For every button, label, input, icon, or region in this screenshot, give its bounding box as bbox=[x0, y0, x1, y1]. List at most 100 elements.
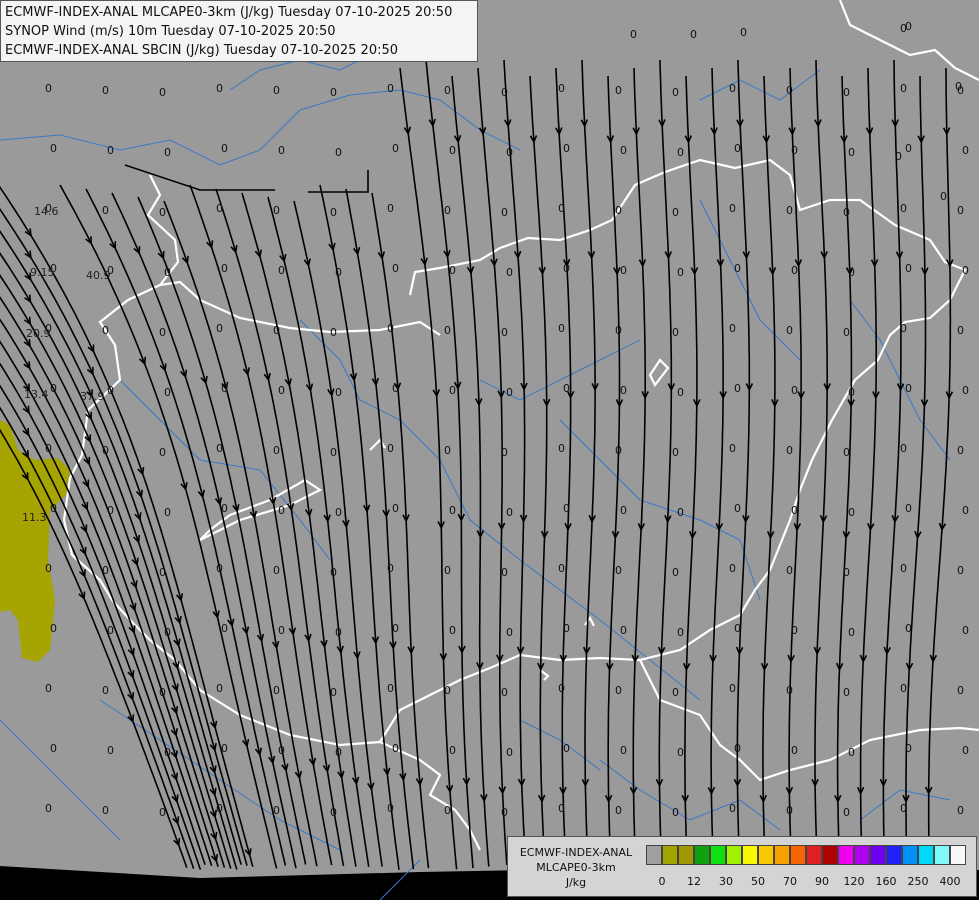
sbcin-zero-label: 0 bbox=[387, 82, 394, 95]
sbcin-zero-label: 0 bbox=[672, 86, 679, 99]
sbcin-zero-label: 0 bbox=[216, 802, 223, 815]
sbcin-zero-label: 0 bbox=[729, 442, 736, 455]
sbcin-zero-label: 0 bbox=[672, 446, 679, 459]
sbcin-zero-label: 0 bbox=[107, 144, 114, 157]
sbcin-zero-label: 0 bbox=[159, 566, 166, 579]
sbcin-zero-label: 0 bbox=[962, 144, 969, 157]
sbcin-zero-label: 0 bbox=[501, 86, 508, 99]
sbcin-zero-label: 0 bbox=[387, 202, 394, 215]
sbcin-zero-label: 0 bbox=[330, 806, 337, 819]
sbcin-zero-label: 0 bbox=[221, 382, 228, 395]
title-line-cin: ECMWF-INDEX-ANAL SBCIN (J/kg) Tuesday 07… bbox=[5, 43, 399, 58]
sbcin-zero-label: 0 bbox=[449, 624, 456, 637]
sbcin-zero-label: 0 bbox=[734, 142, 741, 155]
sbcin-zero-label: 0 bbox=[729, 82, 736, 95]
legend-swatch bbox=[694, 845, 710, 865]
legend-swatch bbox=[742, 845, 758, 865]
sbcin-zero-label: 0 bbox=[278, 624, 285, 637]
legend-tick-label: 160 bbox=[875, 875, 897, 888]
sbcin-zero-label: 0 bbox=[392, 142, 399, 155]
sbcin-zero-label: 0 bbox=[102, 324, 109, 337]
sbcin-zero-label: 0 bbox=[449, 504, 456, 517]
legend-swatch bbox=[854, 845, 870, 865]
sbcin-zero-label: 0 bbox=[221, 502, 228, 515]
sbcin-zero-label: 0 bbox=[848, 386, 855, 399]
sbcin-zero-label: 0 bbox=[563, 382, 570, 395]
sbcin-zero-label: 0 bbox=[563, 262, 570, 275]
sbcin-zero-label: 0 bbox=[843, 566, 850, 579]
sbcin-zero-label: 0 bbox=[905, 622, 912, 635]
sbcin-zero-label: 0 bbox=[962, 744, 969, 757]
legend-tick-label: 12 bbox=[687, 875, 701, 888]
sbcin-zero-label: 0 bbox=[900, 682, 907, 695]
sbcin-zero-label: 0 bbox=[786, 684, 793, 697]
sbcin-zero-label: 0 bbox=[620, 744, 627, 757]
legend-tick-label: 0 bbox=[658, 875, 666, 888]
sbcin-zero-label: 0 bbox=[690, 28, 697, 41]
sbcin-zero-label: 0 bbox=[905, 382, 912, 395]
legend-tick-label: 250 bbox=[907, 875, 929, 888]
sbcin-zero-label: 0 bbox=[620, 504, 627, 517]
sbcin-zero-label: 0 bbox=[962, 624, 969, 637]
sbcin-zero-label: 0 bbox=[791, 144, 798, 157]
legend-swatch bbox=[806, 845, 822, 865]
map-title-box: ECMWF-INDEX-ANAL MLCAPE0-3km (J/kg) Tues… bbox=[0, 0, 478, 62]
sbcin-zero-label: 0 bbox=[786, 84, 793, 97]
sbcin-zero-label: 0 bbox=[335, 626, 342, 639]
sbcin-zero-label: 0 bbox=[905, 742, 912, 755]
sbcin-zero-label: 0 bbox=[672, 206, 679, 219]
sbcin-zero-label: 0 bbox=[216, 562, 223, 575]
legend-swatch bbox=[950, 845, 966, 865]
sbcin-zero-label: 0 bbox=[221, 142, 228, 155]
sbcin-zero-label: 0 bbox=[335, 146, 342, 159]
legend-tick-label: 120 bbox=[843, 875, 865, 888]
sbcin-zero-label: 0 bbox=[558, 802, 565, 815]
sbcin-zero-label: 0 bbox=[563, 742, 570, 755]
sbcin-zero-label: 0 bbox=[900, 562, 907, 575]
sbcin-zero-label: 0 bbox=[278, 504, 285, 517]
sbcin-zero-label: 0 bbox=[444, 444, 451, 457]
sbcin-zero-label: 0 bbox=[102, 204, 109, 217]
sbcin-zero-label: 0 bbox=[273, 204, 280, 217]
sbcin-zero-label: 0 bbox=[672, 686, 679, 699]
sbcin-zero-label: 0 bbox=[791, 264, 798, 277]
sbcin-zero-label: 0 bbox=[563, 622, 570, 635]
legend-swatch bbox=[886, 845, 902, 865]
sbcin-zero-label: 0 bbox=[506, 626, 513, 639]
sbcin-zero-label: 0 bbox=[615, 564, 622, 577]
sbcin-zero-label: 0 bbox=[216, 442, 223, 455]
sbcin-zero-label: 0 bbox=[843, 806, 850, 819]
legend-swatch bbox=[838, 845, 854, 865]
sbcin-zero-label: 0 bbox=[957, 684, 964, 697]
title-line-wind: SYNOP Wind (m/s) 10m Tuesday 07-10-2025 … bbox=[5, 24, 336, 39]
sbcin-zero-label: 0 bbox=[506, 146, 513, 159]
sbcin-zero-label: 0 bbox=[387, 682, 394, 695]
sbcin-zero-label: 0 bbox=[672, 566, 679, 579]
sbcin-zero-label: 0 bbox=[501, 326, 508, 339]
legend-tick-label: 400 bbox=[939, 875, 961, 888]
sbcin-zero-label: 0 bbox=[848, 146, 855, 159]
sbcin-zero-label: 0 bbox=[335, 746, 342, 759]
sbcin-zero-label: 0 bbox=[677, 386, 684, 399]
sbcin-zero-label: 0 bbox=[449, 264, 456, 277]
sbcin-zero-label: 0 bbox=[164, 626, 171, 639]
cape-value-label: 9.15 bbox=[30, 266, 55, 279]
sbcin-zero-label: 0 bbox=[729, 802, 736, 815]
sbcin-zero-label: 0 bbox=[335, 386, 342, 399]
sbcin-zero-label: 0 bbox=[273, 804, 280, 817]
sbcin-zero-label: 0 bbox=[672, 326, 679, 339]
sbcin-zero-label: 0 bbox=[905, 142, 912, 155]
sbcin-zero-label: 0 bbox=[677, 746, 684, 759]
sbcin-zero-label: 0 bbox=[506, 266, 513, 279]
sbcin-zero-label: 0 bbox=[102, 804, 109, 817]
sbcin-zero-label: 0 bbox=[843, 206, 850, 219]
sbcin-zero-label: 0 bbox=[330, 686, 337, 699]
sbcin-zero-label: 0 bbox=[273, 84, 280, 97]
sbcin-zero-label: 0 bbox=[615, 204, 622, 217]
sbcin-zero-label: 0 bbox=[791, 624, 798, 637]
sbcin-zero-label: 0 bbox=[45, 682, 52, 695]
sbcin-zero-label: 0 bbox=[164, 266, 171, 279]
sbcin-zero-label: 0 bbox=[905, 20, 912, 33]
sbcin-zero-label: 0 bbox=[962, 264, 969, 277]
sbcin-zero-label: 0 bbox=[221, 262, 228, 275]
